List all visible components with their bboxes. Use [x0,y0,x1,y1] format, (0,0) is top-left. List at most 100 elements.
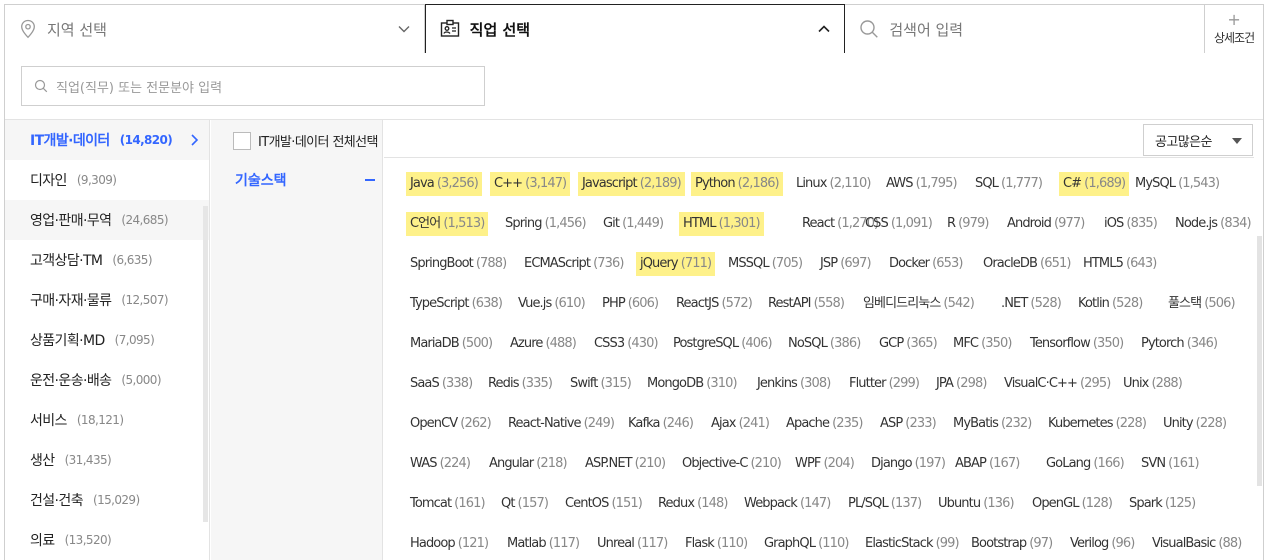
category-item-design[interactable]: 디자인 (9,309) [5,160,209,200]
select-all-checkbox[interactable] [233,131,251,150]
tech-tag[interactable]: Pytorch (346) [1141,332,1218,356]
tech-tag[interactable]: Redis (335) [488,372,553,396]
tech-tag[interactable]: 풀스택 (506) [1168,292,1236,316]
subcategory-item-tech-stack[interactable]: 기술스택 [235,170,375,190]
tech-tag[interactable]: MyBatis (232) [953,412,1032,436]
tech-tag[interactable]: GoLang (166) [1046,452,1125,476]
tech-tag[interactable]: PostgreSQL (406) [673,332,773,356]
tech-tag[interactable]: HTML5 (643) [1083,252,1157,276]
tech-tag[interactable]: GCP (365) [879,332,938,356]
tech-tag[interactable]: Qt (157) [501,492,549,516]
keyword-search[interactable]: 검색어 입력 [845,5,1206,53]
collapse-icon[interactable] [365,179,375,181]
tech-tag[interactable]: MySQL (1,543) [1135,172,1220,196]
tech-tag[interactable]: R (979) [947,212,990,236]
tech-tag[interactable]: ReactJS (572) [676,292,753,316]
tech-tag[interactable]: Java (3,256) [406,172,482,196]
tech-tag[interactable]: VisualC·C++ (295) [1004,372,1111,396]
tech-tag[interactable]: OpenGL (128) [1032,492,1113,516]
tech-tag[interactable]: VisualBasic (88) [1152,532,1242,556]
tech-tag[interactable]: ASP (233) [880,412,937,436]
tech-tag[interactable]: React-Native (249) [508,412,615,436]
tech-tag[interactable]: MFC (350) [953,332,1012,356]
tech-tag[interactable]: TypeScript (638) [410,292,503,316]
select-all-row[interactable]: IT개발·데이터 전체선택 [233,131,378,150]
tech-tag[interactable]: SpringBoot (788) [410,252,507,276]
category-item-it[interactable]: IT개발·데이터 (14,820) [5,120,209,160]
tech-tag[interactable]: Webpack (147) [744,492,831,516]
tech-tag[interactable]: MongoDB (310) [647,372,738,396]
tech-tag[interactable]: MariaDB (500) [410,332,493,356]
tech-tag[interactable]: Vue.js (610) [518,292,586,316]
tech-tag[interactable]: AWS (1,795) [886,172,958,196]
tech-tag[interactable]: WPF (204) [795,452,855,476]
tech-tag[interactable]: Python (2,186) [691,172,783,196]
tech-tag[interactable]: NoSQL (386) [788,332,861,356]
tech-tag[interactable]: Docker (653) [889,252,964,276]
tech-tag[interactable]: HTML (1,301) [679,212,764,236]
tech-tag[interactable]: OracleDB (651) [983,252,1071,276]
tech-tag[interactable]: Javascript (2,189) [578,172,685,196]
tech-tag[interactable]: Ajax (241) [711,412,770,436]
tech-tag[interactable]: Tensorflow (350) [1030,332,1124,356]
tech-tag[interactable]: C언어 (1,513) [406,212,489,236]
tech-tag[interactable]: Jenkins (308) [757,372,831,396]
tech-tag[interactable]: Apache (235) [786,412,863,436]
category-item-customer-service[interactable]: 고객상담·TM (6,635) [5,240,209,280]
category-item-production[interactable]: 생산 (31,435) [5,440,209,480]
tech-tag[interactable]: Flutter (299) [849,372,920,396]
tech-tag[interactable]: Bootstrap (97) [971,532,1053,556]
tech-tag[interactable]: Kafka (246) [628,412,694,436]
category-item-medical[interactable]: 의료 (13,520) [5,520,209,560]
job-search-input[interactable]: 직업(직무) 또는 전문분야 입력 [21,66,485,106]
tech-scrollbar[interactable] [1257,236,1262,486]
tech-tag[interactable]: Angular (218) [489,452,568,476]
tech-tag[interactable]: ECMAScript (736) [524,252,624,276]
tech-tag[interactable]: Django (197) [871,452,946,476]
category-scrollbar[interactable] [203,206,208,522]
tech-tag[interactable]: Unix (288) [1123,372,1183,396]
tech-tag[interactable]: C# (1,689) [1059,172,1130,196]
tech-tag[interactable]: Android (977) [1007,212,1085,236]
tech-tag[interactable]: WAS (224) [410,452,471,476]
tech-tag[interactable]: RestAPI (558) [768,292,845,316]
tech-tag[interactable]: Spring (1,456) [505,212,587,236]
category-item-service[interactable]: 서비스 (18,121) [5,400,209,440]
tech-tag[interactable]: Linux (2,110) [796,172,871,196]
category-item-md[interactable]: 상품기획·MD (7,095) [5,320,209,360]
tech-tag[interactable]: CentOS (151) [565,492,643,516]
tech-tag[interactable]: C++ (3,147) [490,172,571,196]
category-item-sales[interactable]: 영업·판매·무역 (24,685) [5,200,209,240]
tech-tag[interactable]: Spark (125) [1129,492,1196,516]
job-select[interactable]: 직업 선택 [424,4,846,54]
tech-tag[interactable]: Flask (110) [685,532,748,556]
category-item-construction[interactable]: 건설·건축 (15,029) [5,480,209,520]
tech-tag[interactable]: jQuery (711) [636,252,716,276]
tech-tag[interactable]: SQL (1,777) [975,172,1043,196]
tech-tag[interactable]: PL/SQL (137) [848,492,922,516]
tech-tag[interactable]: CSS (1,091) [865,212,933,236]
tech-tag[interactable]: Git (1,449) [603,212,664,236]
tech-tag[interactable]: .NET (528) [1001,292,1062,316]
tech-tag[interactable]: iOS (835) [1104,212,1158,236]
sort-select[interactable]: 공고많은순 [1143,124,1253,156]
tech-tag[interactable]: Objective-C (210) [682,452,782,476]
tech-tag[interactable]: Ubuntu (136) [938,492,1015,516]
category-item-purchasing[interactable]: 구매·자재·물류 (12,507) [5,280,209,320]
tech-tag[interactable]: SVN (161) [1141,452,1200,476]
tech-tag[interactable]: Hadoop (121) [410,532,489,556]
tech-tag[interactable]: SaaS (338) [410,372,473,396]
tech-tag[interactable]: MSSQL (705) [728,252,803,276]
tech-tag[interactable]: JPA (298) [936,372,987,396]
tech-tag[interactable]: JSP (697) [820,252,872,276]
tech-tag[interactable]: Tomcat (161) [410,492,486,516]
detail-conditions-button[interactable]: + 상세조건 [1205,5,1265,53]
tech-tag[interactable]: 임베디드리눅스 (542) [863,292,975,316]
tech-tag[interactable]: OpenCV (262) [410,412,492,436]
tech-tag[interactable]: Redux (148) [658,492,729,516]
tech-tag[interactable]: PHP (606) [602,292,659,316]
tech-tag[interactable]: ElasticStack (99) [865,532,960,556]
category-item-delivery[interactable]: 운전·운송·배송 (5,000) [5,360,209,400]
tech-tag[interactable]: Node.js (834) [1175,212,1252,236]
tech-tag[interactable]: Unreal (117) [597,532,668,556]
